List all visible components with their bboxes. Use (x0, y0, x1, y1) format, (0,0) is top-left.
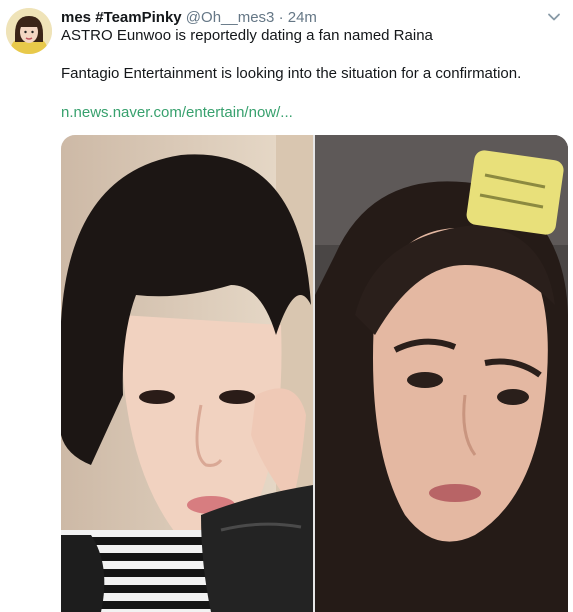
avatar[interactable] (6, 8, 52, 54)
display-name[interactable]: mes #TeamPinky (61, 9, 182, 26)
user-handle[interactable]: @Oh__mes3 (186, 9, 275, 26)
photo-left[interactable] (61, 135, 313, 612)
tweet: mes #TeamPinky @Oh__mes3 · 24m ASTRO Eun… (0, 0, 573, 612)
chevron-down-icon[interactable] (547, 10, 561, 24)
photo-right[interactable] (315, 135, 568, 612)
tweet-text-line-1: ASTRO Eunwoo is reportedly dating a fan … (61, 27, 433, 44)
media-grid (61, 135, 568, 612)
separator-dot: · (278, 9, 284, 26)
timestamp[interactable]: 24m (288, 9, 317, 26)
article-link[interactable]: n.news.naver.com/entertain/now/... (61, 103, 293, 123)
tweet-text-line-2: Fantagio Entertainment is looking into t… (61, 65, 522, 82)
